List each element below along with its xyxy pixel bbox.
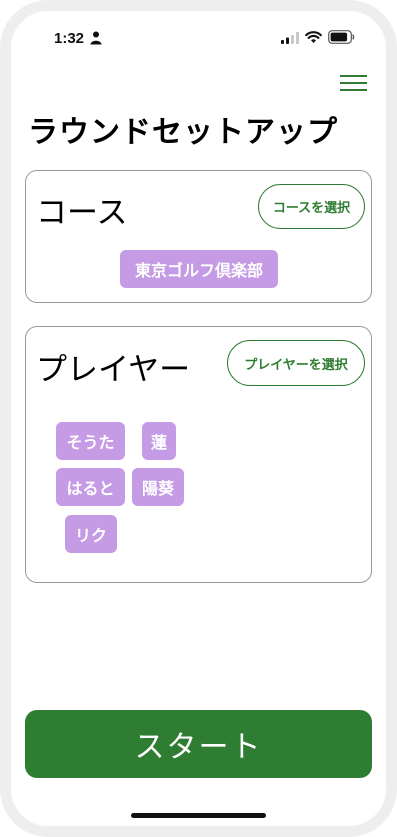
- player-heading: プレイヤー: [36, 352, 191, 388]
- player-tag: はると: [56, 468, 125, 506]
- course-heading: コース: [36, 195, 128, 231]
- signal-icon: [281, 32, 299, 44]
- player-tag: 陽葵: [132, 468, 184, 506]
- person-icon: [90, 31, 102, 45]
- status-time: 1:32: [54, 30, 85, 47]
- page-title: ラウンドセットアップ: [28, 115, 338, 150]
- selected-course-tag: 東京ゴルフ倶楽部: [120, 250, 278, 288]
- select-player-button[interactable]: プレイヤーを選択: [227, 340, 365, 386]
- battery-icon: [328, 30, 355, 44]
- menu-icon[interactable]: [340, 74, 367, 92]
- select-course-button[interactable]: コースを選択: [258, 184, 365, 229]
- wifi-icon: [305, 31, 322, 43]
- player-card: プレイヤー プレイヤーを選択 そうた 蓮 はると 陽葵 リク: [25, 326, 372, 583]
- course-card: コース コースを選択 東京ゴルフ倶楽部: [25, 170, 372, 303]
- start-button[interactable]: スタート: [25, 710, 372, 778]
- player-tag: 蓮: [142, 422, 176, 460]
- player-tag: そうた: [56, 422, 125, 460]
- player-tag: リク: [65, 515, 117, 553]
- home-indicator[interactable]: [131, 813, 266, 818]
